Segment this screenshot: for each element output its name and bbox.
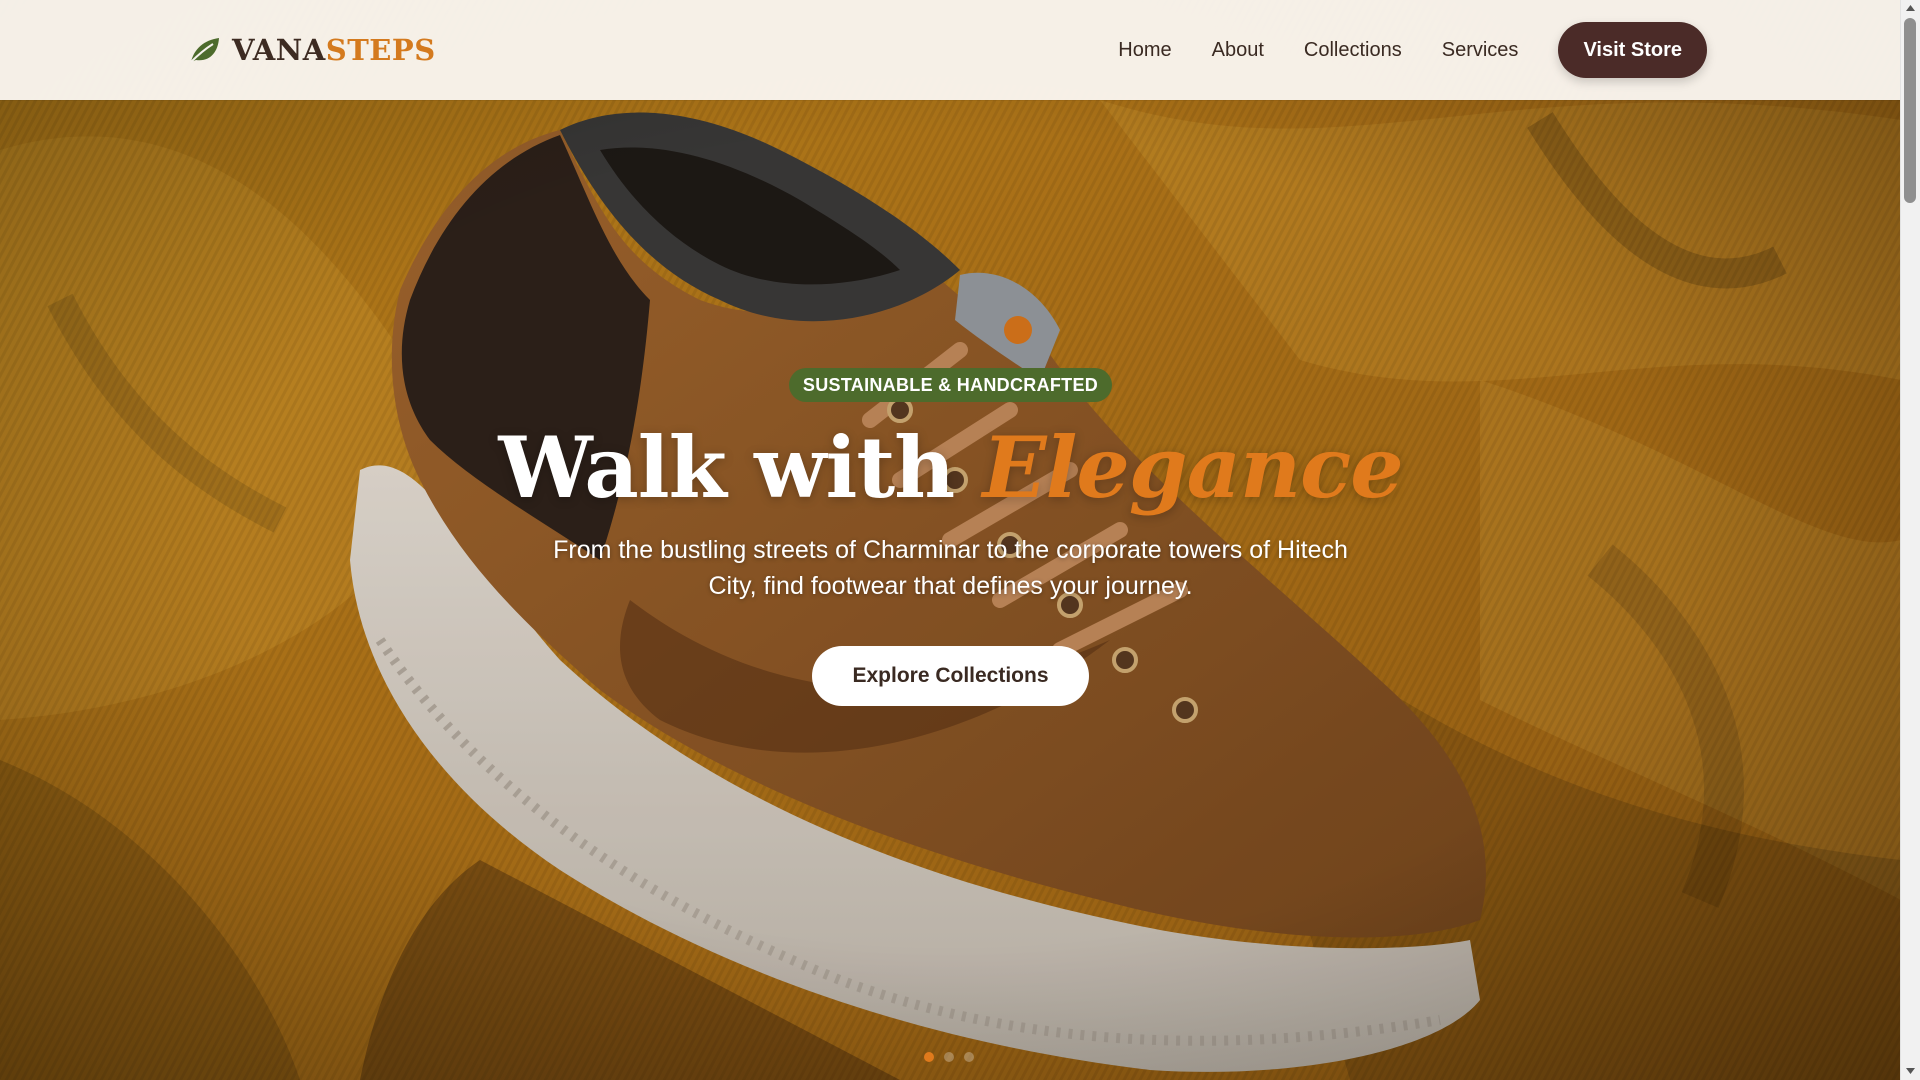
slider-dot-1[interactable] (924, 1052, 934, 1062)
scroll-down-arrow-icon[interactable] (1901, 1063, 1920, 1080)
hero-headline: Walk with Elegance (0, 418, 1901, 518)
hero-subtitle: From the bustling streets of Charminar t… (553, 536, 1348, 600)
scroll-up-arrow-icon[interactable] (1901, 0, 1920, 17)
hero-section: SUSTAINABLE & HANDCRAFTED Walk with Eleg… (0, 0, 1901, 1080)
brand-logo[interactable]: VANASTEPS (188, 32, 436, 68)
brand-name-part2: STEPS (325, 33, 436, 67)
headline-accent: Elegance (982, 418, 1403, 517)
hero-content: SUSTAINABLE & HANDCRAFTED Walk with Eleg… (0, 368, 1901, 706)
slider-dot-2[interactable] (944, 1052, 954, 1062)
brand-name: VANASTEPS (232, 32, 436, 68)
brand-name-part1: VANA (232, 33, 326, 67)
slider-dot-3[interactable] (964, 1052, 974, 1062)
main-nav: Home About Collections Services Visit St… (1118, 22, 1707, 78)
leaf-icon (190, 38, 219, 63)
page: SUSTAINABLE & HANDCRAFTED Walk with Eleg… (0, 0, 1920, 1080)
scrollbar-thumb[interactable] (1904, 18, 1916, 203)
site-header: VANASTEPS Home About Collections Service… (0, 0, 1901, 100)
hero-badge: SUSTAINABLE & HANDCRAFTED (788, 368, 1113, 402)
nav-collections[interactable]: Collections (1304, 22, 1402, 78)
nav-home[interactable]: Home (1118, 22, 1171, 78)
headline-main: Walk with (498, 418, 955, 517)
page-scrollbar[interactable] (1900, 0, 1920, 1080)
nav-about[interactable]: About (1212, 22, 1264, 78)
visit-store-button[interactable]: Visit Store (1558, 22, 1707, 78)
explore-collections-button[interactable]: Explore Collections (812, 646, 1089, 706)
slider-dots (924, 1052, 974, 1062)
nav-services[interactable]: Services (1442, 22, 1519, 78)
